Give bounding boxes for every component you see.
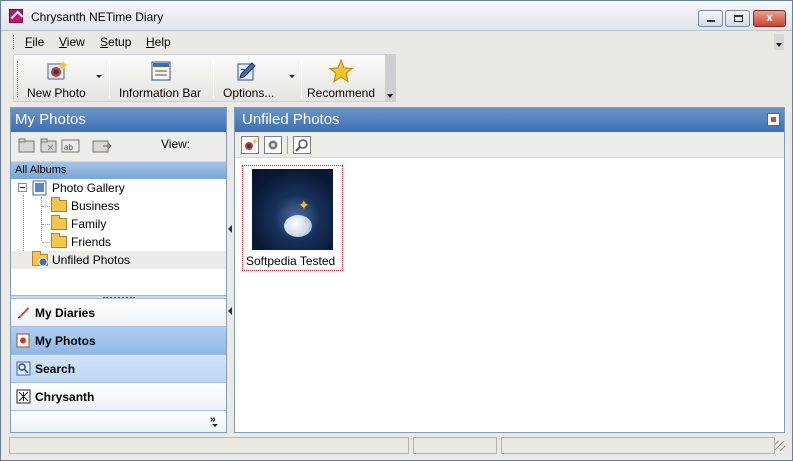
menu-file[interactable]: File — [25, 35, 44, 49]
title-bar[interactable]: Chrysanth NETime Diary x — [1, 1, 792, 31]
window-title: Chrysanth NETime Diary — [31, 10, 164, 24]
information-bar-label: Information Bar — [119, 86, 202, 100]
main-toolbar: New Photo Information Bar Options... Rec… — [13, 54, 396, 102]
right-pane: Unfiled Photos ✦ Softpedia Tested — [234, 107, 785, 433]
app-logo-icon — [9, 9, 23, 23]
nav-my-photos[interactable]: My Photos — [11, 326, 226, 354]
minimize-icon — [707, 20, 715, 22]
collapse-left-pane-icon[interactable] — [228, 225, 233, 235]
tree-item-unfiled-photos[interactable]: Unfiled Photos — [11, 251, 226, 269]
pane-options-icon[interactable] — [767, 113, 780, 126]
menu-view[interactable]: View — [59, 35, 85, 49]
view-photo-button[interactable] — [293, 136, 311, 154]
delete-album-icon[interactable] — [39, 137, 59, 155]
close-button[interactable]: x — [753, 10, 786, 27]
add-photo-button[interactable] — [241, 136, 259, 154]
minimize-button[interactable] — [698, 10, 723, 27]
toolbar-grip[interactable] — [17, 61, 20, 97]
new-album-icon[interactable] — [17, 137, 37, 155]
tree-item-friends[interactable]: Friends — [11, 233, 226, 251]
status-bar — [9, 435, 787, 455]
tree-item-business[interactable]: Business — [11, 197, 226, 215]
menu-overflow-button[interactable] — [774, 34, 784, 50]
tree-item-photo-gallery[interactable]: Photo Gallery — [11, 179, 226, 197]
toolbar-separator — [213, 60, 214, 98]
album-tree: Photo Gallery Business Family Friends Un — [11, 179, 226, 295]
photo-gallery-icon — [32, 180, 47, 196]
toolbar-separator — [287, 136, 288, 154]
all-albums-header: All Albums — [11, 162, 226, 179]
unfiled-badge-icon — [38, 257, 48, 267]
options-dropdown-icon[interactable] — [289, 75, 295, 78]
nav-search[interactable]: Search — [11, 354, 226, 382]
nav-chrysanth[interactable]: Chrysanth — [11, 382, 226, 410]
toolbar-separator — [109, 60, 110, 98]
information-bar-icon — [151, 61, 171, 81]
move-album-icon[interactable] — [91, 137, 113, 155]
status-cell — [413, 437, 497, 454]
folder-icon — [51, 215, 67, 230]
toolbar-separator — [301, 60, 302, 98]
close-icon: x — [766, 12, 773, 24]
add-photo-icon — [245, 138, 258, 150]
collapse-left-pane-icon[interactable] — [228, 307, 233, 317]
left-pane-title: My Photos — [11, 108, 226, 132]
quill-icon — [17, 307, 29, 319]
chrysanth-logo-icon — [16, 389, 31, 404]
right-pane-title: Unfiled Photos — [235, 108, 784, 132]
magnify-photo-icon — [295, 139, 308, 152]
remove-photo-icon — [268, 140, 278, 150]
new-photo-dropdown-icon[interactable] — [96, 75, 102, 78]
new-photo-label: New Photo — [27, 86, 86, 100]
star-shape: ✦ — [298, 197, 310, 213]
star-icon — [329, 59, 353, 83]
collapse-icon[interactable] — [18, 183, 27, 192]
folder-icon — [51, 197, 67, 212]
menu-help[interactable]: Help — [146, 35, 171, 49]
left-pane: My Photos ab View: All Albums Photo Gall… — [10, 107, 227, 433]
recommend-label: Recommend — [307, 86, 376, 100]
folder-icon — [51, 233, 67, 248]
tree-item-family[interactable]: Family — [11, 215, 226, 233]
options-label: Options... — [223, 86, 275, 100]
menu-grip[interactable] — [13, 35, 16, 49]
photo-toolbar — [235, 132, 784, 158]
moon-shape — [284, 215, 312, 237]
status-cell — [501, 437, 775, 454]
options-button[interactable]: Options... — [220, 57, 296, 101]
resize-grip[interactable] — [775, 441, 785, 451]
recommend-button[interactable]: Recommend — [306, 57, 380, 101]
search-icon — [16, 361, 31, 376]
svg-text:ab: ab — [64, 143, 73, 152]
maximize-button[interactable] — [725, 10, 750, 27]
rename-album-icon[interactable]: ab — [61, 137, 81, 155]
nav-options-bar: » — [11, 410, 226, 432]
toolbar-overflow-button[interactable] — [385, 54, 396, 102]
nav-my-diaries[interactable]: My Diaries — [11, 298, 226, 326]
app-window: Chrysanth NETime Diary x File View Setup… — [0, 0, 793, 461]
status-cell-main — [9, 437, 409, 454]
new-photo-button[interactable]: New Photo — [24, 57, 102, 101]
remove-photo-button[interactable] — [264, 136, 282, 154]
menu-bar: File View Setup Help — [9, 32, 787, 52]
photo-album-icon — [16, 333, 30, 348]
information-bar-button[interactable]: Information Bar — [116, 57, 208, 101]
menu-setup[interactable]: Setup — [100, 35, 131, 49]
photo-caption: Softpedia Tested — [246, 254, 336, 268]
maximize-icon — [734, 15, 743, 22]
configure-dropdown-icon[interactable] — [212, 424, 218, 427]
album-toolbar: ab — [11, 132, 226, 162]
options-icon — [237, 62, 256, 81]
new-photo-icon — [47, 61, 68, 80]
view-label: View: — [161, 137, 191, 151]
photo-image: ✦ — [252, 169, 333, 250]
photo-thumbnail[interactable]: ✦ Softpedia Tested — [242, 165, 343, 271]
